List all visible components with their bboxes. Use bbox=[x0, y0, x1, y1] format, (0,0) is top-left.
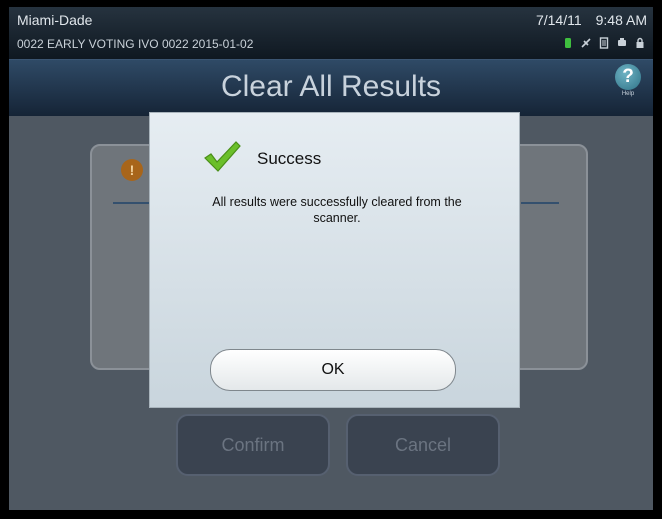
battery-icon bbox=[565, 38, 571, 48]
date-time: 7/14/11 9:48 AM bbox=[522, 12, 647, 28]
checkmark-icon bbox=[204, 141, 241, 172]
page-title: Clear All Results bbox=[220, 70, 442, 103]
help-button[interactable]: ? Help bbox=[615, 64, 641, 97]
dialog-message: All results were successfully cleared fr… bbox=[212, 195, 462, 225]
ok-button[interactable]: OK bbox=[210, 349, 456, 391]
status-icons bbox=[563, 37, 645, 49]
cancel-button[interactable]: Cancel bbox=[346, 414, 500, 476]
network-icon bbox=[581, 38, 591, 48]
help-icon: ? bbox=[615, 64, 641, 90]
divider-line-left bbox=[113, 202, 149, 204]
confirm-button[interactable]: Confirm bbox=[176, 414, 330, 476]
document-icon bbox=[599, 37, 609, 49]
help-label: Help bbox=[621, 91, 635, 97]
lock-icon bbox=[636, 37, 644, 48]
printer-icon bbox=[618, 38, 626, 46]
location-label: Miami-Dade bbox=[17, 12, 93, 28]
time-label: 9:48 AM bbox=[595, 12, 647, 28]
title-bar: Clear All Results ? Help bbox=[9, 59, 653, 116]
screen: Miami-Dade 0022 EARLY VOTING IVO 0022 20… bbox=[9, 7, 653, 510]
date-label: 7/14/11 bbox=[535, 12, 582, 28]
status-bar: Miami-Dade 0022 EARLY VOTING IVO 0022 20… bbox=[9, 7, 653, 59]
dialog-title: Success bbox=[257, 149, 322, 168]
warning-icon: ! bbox=[121, 159, 143, 181]
divider-line-right bbox=[521, 202, 559, 204]
success-dialog: Success All results were successfully cl… bbox=[149, 112, 520, 408]
precinct-label: 0022 EARLY VOTING IVO 0022 2015-01-02 bbox=[17, 37, 254, 51]
